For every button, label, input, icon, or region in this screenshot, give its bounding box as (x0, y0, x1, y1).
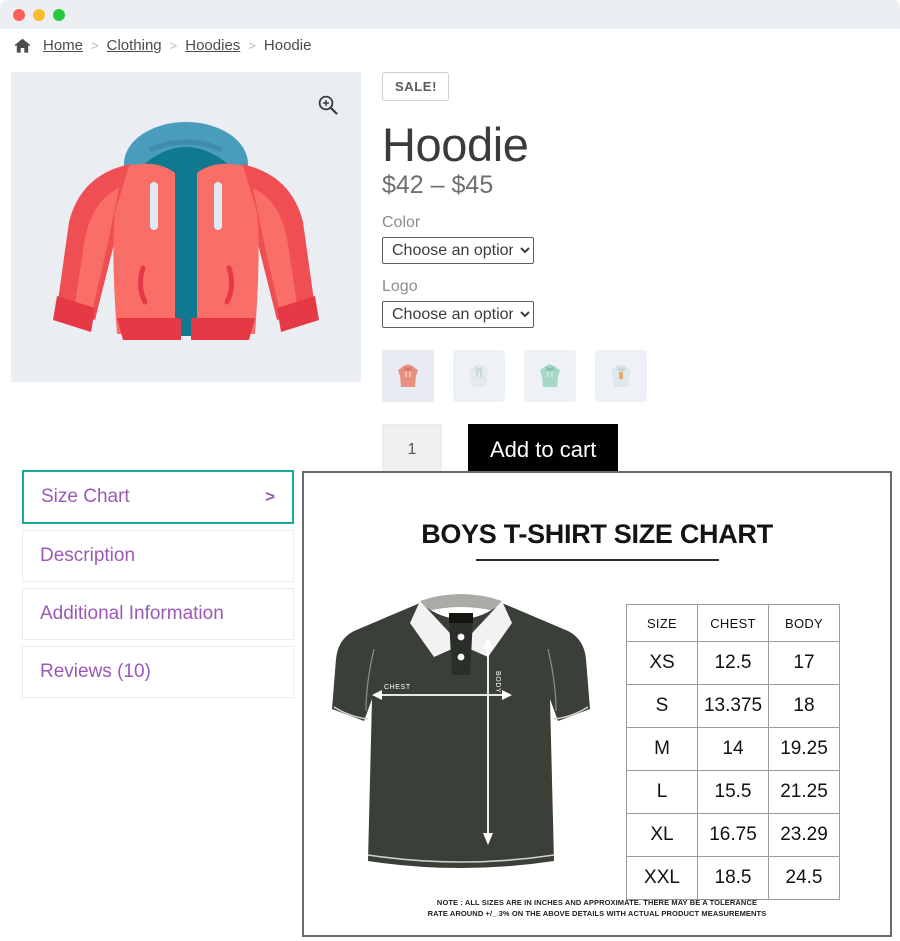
tab-list: Size Chart > Description Additional Info… (22, 470, 294, 704)
table-row: M 14 19.25 (626, 727, 840, 771)
body-label: BODY (494, 671, 501, 693)
table-row: S 13.375 18 (626, 684, 840, 728)
cell-size: L (626, 770, 698, 814)
cell-body: 17 (768, 641, 840, 685)
sale-badge: SALE! (382, 72, 449, 101)
cell-size: XXL (626, 856, 698, 900)
hoodie-icon (540, 364, 560, 388)
hoodie-icon (611, 364, 631, 388)
color-select[interactable]: Choose an option Blue Green Red (382, 237, 534, 265)
tab-label: Size Chart (41, 486, 130, 507)
cell-chest: 15.5 (697, 770, 769, 814)
magnifier-plus-icon[interactable] (317, 94, 339, 116)
size-chart-note: NOTE : ALL SIZES ARE IN INCHES AND APPRO… (304, 897, 890, 920)
cell-chest: 12.5 (697, 641, 769, 685)
quantity-input[interactable] (382, 424, 442, 476)
tab-label: Reviews (10) (40, 661, 151, 682)
size-chart-panel: BOYS T-SHIRT SIZE CHART CHEST BODY SIZE … (302, 471, 892, 937)
table-row: XXL 18.5 24.5 (626, 856, 840, 900)
size-chart-content: CHEST BODY SIZE CHEST BODY XS 12.5 17 S … (304, 579, 890, 900)
add-to-cart-row: Add to cart (382, 424, 900, 476)
column-header-size: SIZE (626, 604, 698, 642)
logo-badge-icon (619, 372, 623, 380)
tab-reviews[interactable]: Reviews (10) (22, 646, 294, 698)
hoodie-icon (398, 364, 418, 388)
size-chart-table: SIZE CHEST BODY XS 12.5 17 S 13.375 18 M… (626, 604, 840, 900)
cell-chest: 16.75 (697, 813, 769, 857)
table-header-row: SIZE CHEST BODY (626, 604, 840, 642)
add-to-cart-button[interactable]: Add to cart (468, 424, 619, 476)
cell-size: M (626, 727, 698, 771)
hoodie-red-thumb[interactable] (382, 350, 434, 403)
cell-size: XL (626, 813, 698, 857)
product-price: $42 – $45 (382, 171, 494, 200)
breadcrumb-separator: > (169, 38, 178, 53)
note-line-1: NOTE : ALL SIZES ARE IN INCHES AND APPRO… (436, 897, 758, 907)
breadcrumb: Home > Clothing > Hoodies > Hoodie (0, 29, 900, 62)
chest-label: CHEST (384, 684, 411, 691)
table-row: XS 12.5 17 (626, 641, 840, 685)
color-attribute-label: Color (382, 214, 421, 232)
product-section: SALE! Hoodie $42 – $45 Color Choose an o… (0, 62, 900, 476)
breadcrumb-separator: > (91, 38, 99, 53)
cell-chest: 18.5 (697, 856, 769, 900)
title-underline (475, 559, 719, 561)
cell-size: XS (626, 641, 698, 685)
hoodie-logo-thumb[interactable] (595, 350, 647, 403)
maximize-window-button[interactable] (53, 8, 65, 21)
product-tabs-section: Size Chart > Description Additional Info… (0, 470, 900, 941)
tab-description[interactable]: Description (22, 530, 294, 582)
logo-attribute-label: Logo (382, 278, 418, 296)
cell-body: 19.25 (768, 727, 840, 771)
breadcrumb-separator: > (248, 38, 256, 53)
breadcrumb-item-hoodies[interactable]: Hoodies (185, 37, 240, 54)
table-row: XL 16.75 23.29 (626, 813, 840, 857)
cell-size: S (626, 684, 698, 728)
chevron-right-icon: > (265, 487, 275, 506)
product-gallery[interactable] (11, 72, 361, 382)
page-title: Hoodie (382, 118, 529, 171)
breadcrumb-item-current: Hoodie (263, 37, 312, 54)
variation-thumbnails (382, 350, 900, 403)
cell-chest: 13.375 (697, 684, 769, 728)
size-chart-title: BOYS T-SHIRT SIZE CHART (421, 519, 773, 549)
polo-shirt-diagram: CHEST BODY (316, 579, 616, 884)
table-row: L 15.5 21.25 (626, 770, 840, 814)
logo-select[interactable]: Choose an option No Yes (382, 301, 534, 329)
cell-chest: 14 (697, 727, 769, 771)
hoodie-green-thumb[interactable] (524, 350, 576, 403)
product-main-image (53, 122, 319, 340)
cell-body: 18 (768, 684, 840, 728)
note-line-2: RATE AROUND +/_ 3% ON THE ABOVE DETAILS … (427, 908, 767, 918)
tab-size-chart[interactable]: Size Chart > (22, 470, 294, 524)
cell-body: 23.29 (768, 813, 840, 857)
cell-body: 21.25 (768, 770, 840, 814)
window-titlebar (0, 0, 900, 29)
hoodie-icon (469, 364, 489, 388)
column-header-chest: CHEST (697, 604, 769, 642)
close-window-button[interactable] (13, 8, 25, 21)
home-icon[interactable] (14, 38, 31, 54)
tab-label: Additional Information (40, 603, 224, 624)
tab-additional-information[interactable]: Additional Information (22, 588, 294, 640)
tab-label: Description (40, 545, 136, 566)
product-summary: SALE! Hoodie $42 – $45 Color Choose an o… (361, 72, 900, 476)
column-header-body: BODY (768, 604, 840, 642)
hoodie-white-thumb[interactable] (453, 350, 505, 403)
cell-body: 24.5 (768, 856, 840, 900)
minimize-window-button[interactable] (33, 8, 45, 21)
breadcrumb-item-clothing[interactable]: Clothing (107, 37, 162, 54)
breadcrumb-item-home[interactable]: Home (43, 37, 83, 54)
